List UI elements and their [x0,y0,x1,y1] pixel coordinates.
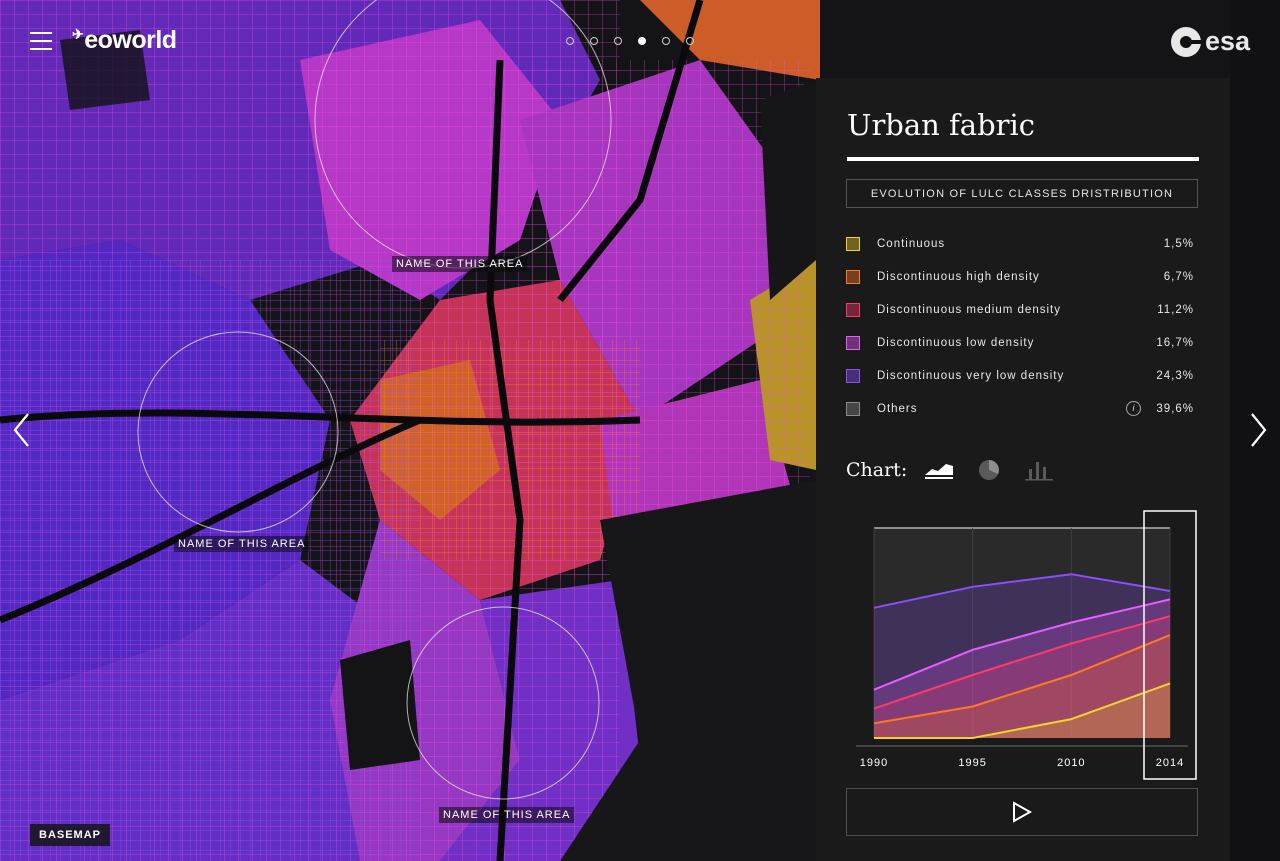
menu-bar [30,40,52,42]
legend-swatch [846,269,860,284]
chart-type-switch: Chart: [846,457,1073,483]
basemap-button[interactable]: BASEMAP [30,824,111,846]
area-label[interactable]: NAME OF THIS AREA [174,536,310,552]
x-tick-label: 1995 [958,757,986,769]
legend-value: 16,7% [1156,336,1194,349]
area-label[interactable]: NAME OF THIS AREA [439,807,575,823]
title-divider [847,157,1199,161]
legend-label: Others [877,402,918,415]
bar-chart-icon [1025,462,1054,481]
legend-swatch [846,302,860,317]
slide-pager [566,37,694,45]
legend-item[interactable]: Others i 39,6% [846,392,1196,425]
legend-label: Discontinuous medium density [877,303,1061,316]
menu-bar [30,48,52,50]
legend-label: Continuous [877,237,946,250]
lulc-legend: Continuous 1,5% Discontinuous high density… [846,227,1196,425]
area-label[interactable]: NAME OF THIS AREA [392,256,528,272]
x-tick-label: 2014 [1156,757,1184,769]
panel-title: Urban fabric [847,108,1036,142]
pie-chart-button[interactable] [973,457,1005,483]
legend-item[interactable]: Discontinuous low density 16,7% [846,326,1196,359]
legend-label: Discontinuous high density [877,270,1040,283]
next-arrow-button[interactable] [1248,412,1268,448]
chart-svg: 1990 1995 2010 2014 [856,510,1197,780]
legend-value: 39,6% [1156,402,1194,415]
x-tick-label: 2010 [1057,757,1085,769]
eoworld-logo[interactable]: ✈eoworld [72,26,177,55]
pager-dot[interactable] [686,37,694,45]
legend-label: Discontinuous low density [877,336,1035,349]
satellite-icon: ✈ [72,26,84,42]
play-button[interactable] [846,788,1198,836]
legend-value: 24,3% [1156,369,1194,382]
pager-dot[interactable] [590,37,598,45]
area-chart-button[interactable] [923,457,955,483]
play-icon [1013,801,1032,823]
legend-item[interactable]: Discontinuous medium density 11,2% [846,293,1196,326]
chart-switch-label: Chart: [846,459,908,481]
bar-chart-button[interactable] [1023,457,1055,483]
pager-dot[interactable] [614,37,622,45]
legend-value: 6,7% [1163,270,1194,283]
lulc-area-chart[interactable]: 1990 1995 2010 2014 [846,510,1198,782]
pie-chart-icon [979,460,1000,480]
x-tick-label: 1990 [860,757,888,769]
legend-swatch [846,236,860,251]
menu-bar [30,32,52,34]
area-chart-icon [925,464,954,479]
menu-button[interactable] [30,32,52,50]
legend-value: 1,5% [1163,237,1194,250]
info-panel: Urban fabric EVOLUTION OF LULC CLASSES D… [816,78,1230,861]
esa-mark-icon [1170,26,1201,57]
legend-swatch [846,368,860,383]
previous-arrow-button[interactable] [12,412,32,448]
legend-swatch [846,401,860,416]
info-icon[interactable]: i [1126,401,1141,416]
legend-item[interactable]: Discontinuous very low density 24,3% [846,359,1196,392]
legend-value: 11,2% [1157,303,1194,316]
legend-item[interactable]: Discontinuous high density 6,7% [846,260,1196,293]
legend-label: Discontinuous very low density [877,369,1065,382]
esa-logo: esa [1170,26,1250,57]
legend-swatch [846,335,860,350]
pager-dot[interactable] [638,37,646,45]
chevron-left-icon [13,413,29,447]
section-title: EVOLUTION OF LULC CLASSES DRISTRIBUTION [846,179,1198,208]
pager-dot[interactable] [566,37,574,45]
pager-dot[interactable] [662,37,670,45]
chevron-right-icon [1251,413,1267,447]
legend-item[interactable]: Continuous 1,5% [846,227,1196,260]
